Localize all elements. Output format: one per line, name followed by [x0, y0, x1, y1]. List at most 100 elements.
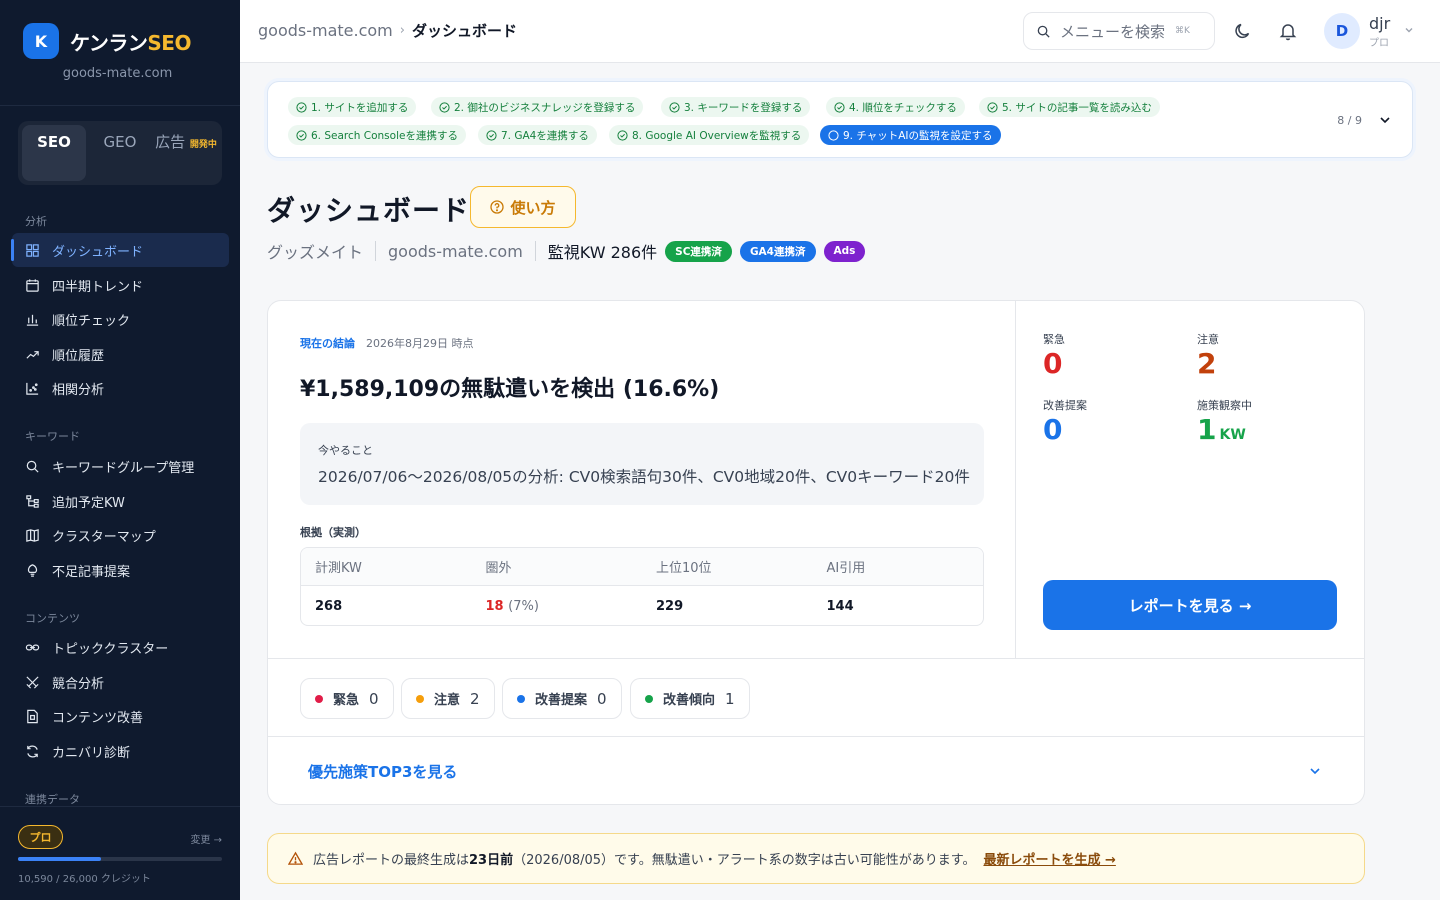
step-label: 9. チャットAIの監視を設定する — [843, 129, 993, 142]
sidebar-item-dashboard[interactable]: ダッシュボード — [11, 233, 229, 267]
step-9[interactable]: 9. チャットAIの監視を設定する — [820, 125, 1001, 145]
view-report-button[interactable]: レポートを見る → — [1043, 580, 1337, 630]
sidebar-item-content-improve[interactable]: コンテンツ改善 — [12, 699, 229, 733]
nav-section-analysis: 分析 — [25, 215, 47, 228]
sidebar-item-rank-history[interactable]: 順位履歴 — [12, 337, 229, 371]
sidebar-item-missing-articles[interactable]: 不足記事提案 — [12, 553, 229, 587]
sidebar-item-label: 不足記事提案 — [52, 564, 131, 580]
file-icon — [27, 709, 38, 723]
moon-icon[interactable] — [1233, 21, 1253, 41]
check-circle-icon — [669, 101, 680, 113]
conclusion-card: 現在の結論 2026年8月29日 時点 ¥1,589,109の無駄遣いを検出 (… — [267, 300, 1365, 805]
check-circle-icon — [439, 101, 450, 113]
mode-ads-dev-badge: 開発中 — [189, 140, 217, 150]
table-header: 上位10位 — [656, 561, 712, 576]
nav-section-content: コンテンツ — [25, 612, 80, 625]
brand-site: goods-mate.com — [62, 66, 173, 81]
mode-ads[interactable]: 広告 開発中 — [154, 125, 218, 181]
top3-link[interactable]: 優先施策TOP3を見る — [308, 761, 457, 782]
credit-progress-fill — [18, 857, 102, 861]
lightbulb-icon — [27, 563, 38, 577]
step-label: 7. GA4を連携する — [501, 129, 589, 142]
check-circle-icon — [834, 101, 845, 113]
step-label: 1. サイトを追加する — [311, 101, 409, 114]
chevron-down-icon[interactable] — [1403, 24, 1415, 36]
sidebar-item-correlation[interactable]: 相関分析 — [12, 371, 229, 405]
howto-button[interactable]: 使い方 — [470, 186, 576, 228]
monitored-kw-count: 監視KW 286件 — [547, 243, 658, 262]
table-cell: 229 — [656, 598, 684, 614]
stat-value-suggestion: 0 — [1043, 413, 1063, 446]
stat-label-urgent: 緊急 — [1043, 333, 1065, 346]
tree-icon — [26, 494, 39, 508]
page-title: ダッシュボード — [267, 194, 471, 227]
divider — [534, 241, 536, 261]
brand-name[interactable]: ケンランSEO — [70, 27, 191, 56]
user-name[interactable]: djr — [1369, 14, 1390, 33]
chip-suggestion[interactable]: 改善提案 0 — [502, 678, 622, 719]
brand-name-main: ケンラン — [70, 31, 148, 55]
chevron-down-icon[interactable] — [1308, 764, 1322, 778]
table-cell: 144 — [826, 598, 854, 614]
sidebar-item-keyword-groups[interactable]: キーワードグループ管理 — [12, 449, 229, 483]
sidebar-item-label: キーワードグループ管理 — [52, 460, 195, 476]
sidebar-item-competitor[interactable]: 競合分析 — [12, 665, 229, 699]
alert-prefix: 広告レポートの最終生成は — [313, 853, 470, 868]
step-4[interactable]: 4. 順位をチェックする — [826, 97, 965, 117]
chip-caution[interactable]: 注意 2 — [401, 678, 495, 719]
chip-count: 2 — [470, 689, 480, 708]
sidebar: K ケンランSEO goods-mate.com SEO GEO 広告 開発中 … — [0, 0, 240, 900]
help-circle-icon — [490, 200, 505, 214]
conclusion-headline: ¥1,589,109の無駄遣いを検出 (16.6%) — [300, 377, 720, 402]
sidebar-item-cluster-map[interactable]: クラスターマップ — [12, 518, 229, 552]
menu-search[interactable]: メニューを検索 ⌘K — [1023, 12, 1215, 50]
mode-geo[interactable]: GEO — [88, 125, 152, 181]
step-label: 6. Search Consoleを連携する — [311, 129, 458, 142]
step-5[interactable]: 5. サイトの記事一覧を読み込む — [979, 97, 1160, 117]
sidebar-item-cannibal[interactable]: カニバリ診断 — [12, 734, 229, 768]
mode-seo[interactable]: SEO — [22, 125, 86, 181]
nav-section-keyword: キーワード — [25, 430, 80, 443]
avatar[interactable]: D — [1324, 13, 1360, 49]
brand-logo[interactable]: K — [23, 23, 59, 59]
alert-chips-row: 緊急 0 注意 2 改善提案 0 改善傾向 1 — [268, 658, 1364, 737]
step-2[interactable]: 2. 御社のビジネスナレッジを登録する — [431, 97, 644, 117]
step-7[interactable]: 7. GA4を連携する — [478, 125, 597, 145]
plan-badge: プロ — [18, 825, 63, 849]
plan-change-link[interactable]: 変更 → — [190, 831, 222, 846]
company-name: グッズメイト — [267, 243, 364, 262]
sidebar-item-label: 相関分析 — [52, 382, 105, 398]
breadcrumb: goods-mate.com › ダッシュボード — [258, 20, 517, 41]
table-header: 計測KW — [315, 561, 362, 576]
bell-icon[interactable] — [1278, 21, 1298, 41]
conclusion-panel: 現在の結論 2026年8月29日 時点 ¥1,589,109の無駄遣いを検出 (… — [268, 301, 1016, 658]
conclusion-date: 2026年8月29日 時点 — [366, 337, 474, 350]
todo-label: 今やること — [318, 444, 373, 457]
sidebar-item-label: カニバリ診断 — [52, 745, 131, 761]
breadcrumb-site[interactable]: goods-mate.com — [258, 21, 393, 40]
sidebar-item-rank-check[interactable]: 順位チェック — [12, 302, 229, 336]
sidebar-item-quarterly-trend[interactable]: 四半期トレンド — [12, 268, 229, 302]
step-6[interactable]: 6. Search Consoleを連携する — [288, 125, 466, 145]
sidebar-footer: プロ 変更 → 10,590 / 26,000 クレジット — [0, 806, 240, 900]
generate-report-link[interactable]: 最新レポートを生成 → — [983, 849, 1115, 868]
chip-urgent[interactable]: 緊急 0 — [300, 678, 394, 719]
kw-metrics-table: 計測KW 圏外 上位10位 AI引用 268 18 (7%) 229 144 — [300, 547, 984, 626]
breadcrumb-current: ダッシュボード — [411, 22, 517, 40]
divider — [375, 241, 377, 261]
brand-area: K ケンランSEO goods-mate.com — [0, 0, 240, 106]
step-8[interactable]: 8. Google AI Overviewを監視する — [609, 125, 810, 145]
out-count: 18 — [485, 598, 504, 614]
step-1[interactable]: 1. サイトを追加する — [288, 97, 417, 117]
top3-toggle[interactable]: 優先施策TOP3を見る — [268, 737, 1364, 805]
sc-badge: SC連携済 — [665, 240, 732, 262]
chip-improving[interactable]: 改善傾向 1 — [630, 678, 750, 719]
sidebar-item-topic-cluster[interactable]: トピッククラスター — [12, 630, 229, 664]
swords-icon — [26, 675, 39, 689]
step-3[interactable]: 3. キーワードを登録する — [661, 97, 811, 117]
sidebar-item-label: 順位チェック — [52, 313, 131, 329]
chevron-down-icon[interactable] — [1378, 113, 1392, 127]
stat-label-caution: 注意 — [1197, 333, 1219, 346]
sidebar-item-planned-kw[interactable]: 追加予定KW — [12, 484, 229, 518]
ga4-badge: GA4連携済 — [739, 240, 816, 262]
